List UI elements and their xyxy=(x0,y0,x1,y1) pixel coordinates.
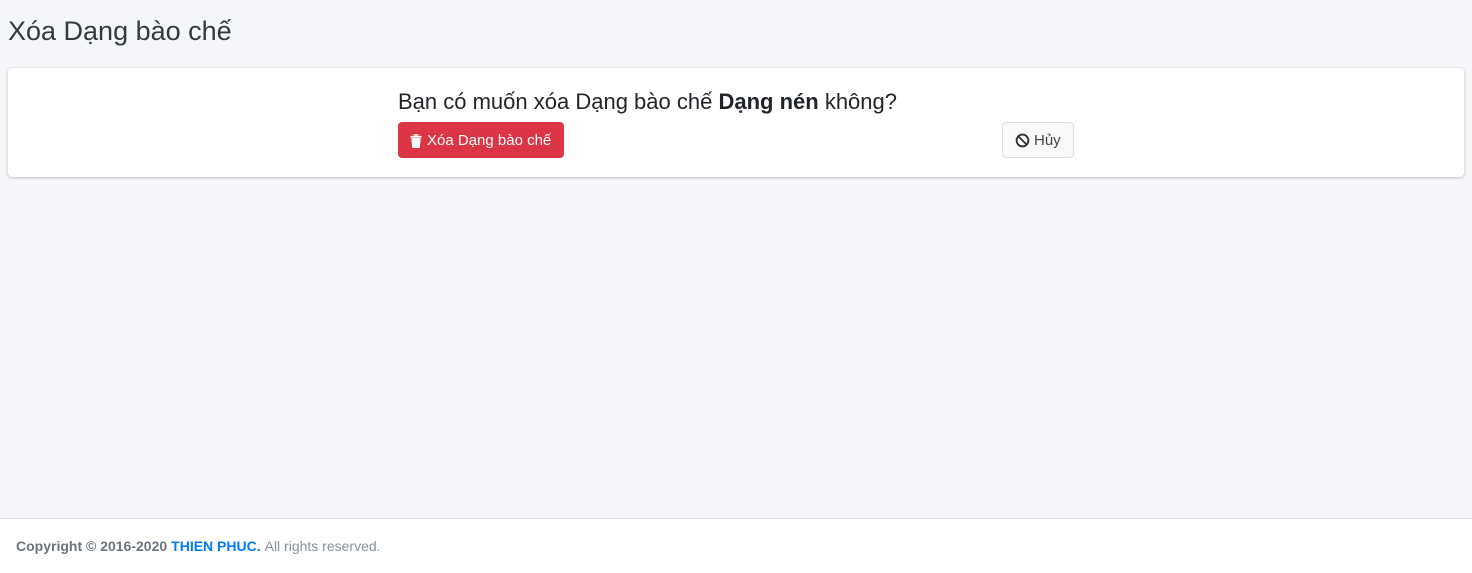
footer: Copyright © 2016-2020 THIEN PHUC. All ri… xyxy=(0,518,1472,573)
confirm-question: Bạn có muốn xóa Dạng bào chế Dạng nén kh… xyxy=(398,88,897,116)
page: Xóa Dạng bào chế Bạn có muốn xóa Dạng bà… xyxy=(0,0,1472,573)
copyright-text: Copyright © 2016-2020 xyxy=(16,538,168,554)
page-title: Xóa Dạng bào chế xyxy=(8,16,232,46)
cancel-button-label: Hủy xyxy=(1034,131,1061,149)
item-name: Dạng nén xyxy=(718,89,819,114)
rights-text: All rights reserved. xyxy=(264,538,381,554)
confirm-card: Bạn có muốn xóa Dạng bào chế Dạng nén kh… xyxy=(8,68,1464,177)
ban-icon xyxy=(1015,133,1030,148)
delete-button-label: Xóa Dạng bào chế xyxy=(427,131,552,149)
question-suffix: không? xyxy=(824,89,897,114)
trash-icon xyxy=(409,133,423,148)
brand-link[interactable]: THIEN PHUC. xyxy=(171,538,260,554)
question-prefix: Bạn có muốn xóa Dạng bào chế xyxy=(398,89,713,114)
delete-button[interactable]: Xóa Dạng bào chế xyxy=(398,122,565,158)
cancel-button[interactable]: Hủy xyxy=(1002,122,1074,158)
